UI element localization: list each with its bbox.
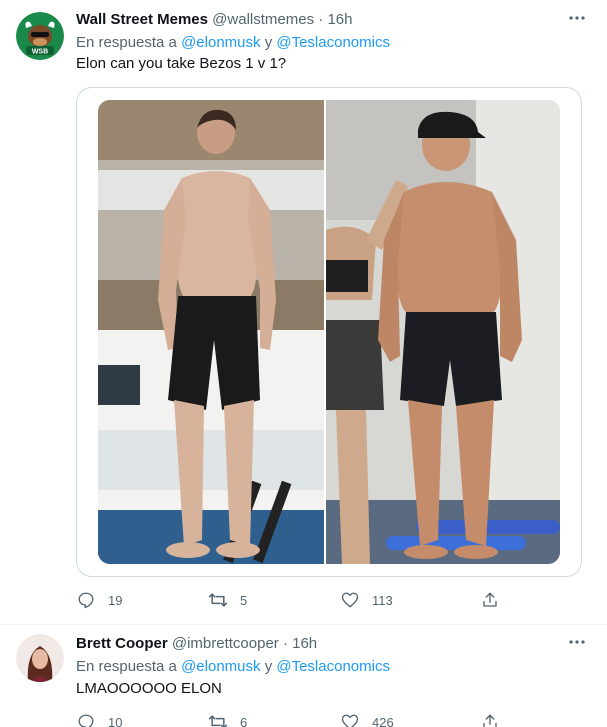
tweet[interactable]: Brett Cooper @imbrettcooper · 16h En res… bbox=[0, 626, 607, 727]
user-handle[interactable]: @wallstmemes bbox=[212, 11, 314, 28]
retweet-icon bbox=[208, 712, 228, 727]
heart-icon bbox=[340, 590, 360, 610]
separator-dot: · bbox=[282, 635, 288, 652]
photo-left[interactable] bbox=[98, 100, 324, 564]
retweet-count: 5 bbox=[240, 592, 248, 608]
retweet-icon bbox=[208, 590, 228, 610]
share-button[interactable] bbox=[480, 712, 500, 727]
mention-link[interactable]: @elonmusk bbox=[181, 34, 260, 51]
like-button[interactable]: 426 bbox=[340, 712, 394, 727]
tweet-actions: 19 5 113 bbox=[76, 590, 506, 610]
like-count: 426 bbox=[372, 714, 394, 727]
tweet-text: Elon can you take Bezos 1 v 1? bbox=[76, 55, 287, 72]
tweet-header: Brett Cooper @imbrettcooper · 16h bbox=[76, 634, 587, 654]
share-icon bbox=[480, 712, 500, 727]
reply-count: 19 bbox=[108, 592, 123, 608]
display-name[interactable]: Wall Street Memes bbox=[76, 11, 208, 28]
photo-right[interactable] bbox=[326, 100, 560, 564]
avatar[interactable] bbox=[16, 634, 64, 682]
tweet-actions: 10 6 426 bbox=[76, 712, 506, 727]
tweet-text: LMAOOOOOO ELON bbox=[76, 680, 222, 697]
reply-joiner: y bbox=[264, 34, 273, 51]
reply-button[interactable]: 19 bbox=[76, 590, 122, 610]
avatar-logo-text: WSB bbox=[32, 49, 48, 56]
share-icon bbox=[480, 590, 500, 610]
like-count: 113 bbox=[372, 592, 393, 608]
reply-icon bbox=[76, 590, 96, 610]
reply-button[interactable]: 10 bbox=[76, 712, 122, 727]
reply-prefix: En respuesta a bbox=[76, 658, 177, 675]
avatar[interactable]: WSB bbox=[16, 12, 64, 60]
like-button[interactable]: 113 bbox=[340, 590, 393, 610]
timestamp[interactable]: 16h bbox=[327, 11, 352, 28]
reply-context: En respuesta a @elonmusk y @Teslaconomic… bbox=[76, 33, 390, 53]
mention-link[interactable]: @elonmusk bbox=[181, 658, 260, 675]
tweet[interactable]: WSB Wall Street Memes @wallstmemes · 16h… bbox=[0, 0, 607, 625]
reply-count: 10 bbox=[108, 714, 123, 727]
retweet-count: 6 bbox=[240, 714, 248, 727]
user-photo bbox=[16, 634, 64, 682]
reply-icon bbox=[76, 712, 96, 727]
more-icon[interactable] bbox=[567, 632, 587, 652]
retweet-button[interactable]: 5 bbox=[208, 590, 247, 610]
reply-context: En respuesta a @elonmusk y @Teslaconomic… bbox=[76, 657, 390, 677]
wsb-logo: WSB bbox=[16, 12, 64, 60]
reply-prefix: En respuesta a bbox=[76, 34, 177, 51]
user-handle[interactable]: @imbrettcooper bbox=[172, 635, 279, 652]
more-icon[interactable] bbox=[567, 8, 587, 28]
mention-link[interactable]: @Teslaconomics bbox=[276, 34, 390, 51]
tweet-header: Wall Street Memes @wallstmemes · 16h bbox=[76, 10, 587, 30]
timestamp[interactable]: 16h bbox=[292, 635, 317, 652]
heart-icon bbox=[340, 712, 360, 727]
reply-joiner: y bbox=[264, 658, 273, 675]
mention-link[interactable]: @Teslaconomics bbox=[276, 658, 390, 675]
separator-dot: · bbox=[318, 11, 324, 28]
display-name[interactable]: Brett Cooper bbox=[76, 635, 168, 652]
share-button[interactable] bbox=[480, 590, 500, 610]
retweet-button[interactable]: 6 bbox=[208, 712, 247, 727]
media-container[interactable] bbox=[76, 87, 582, 577]
